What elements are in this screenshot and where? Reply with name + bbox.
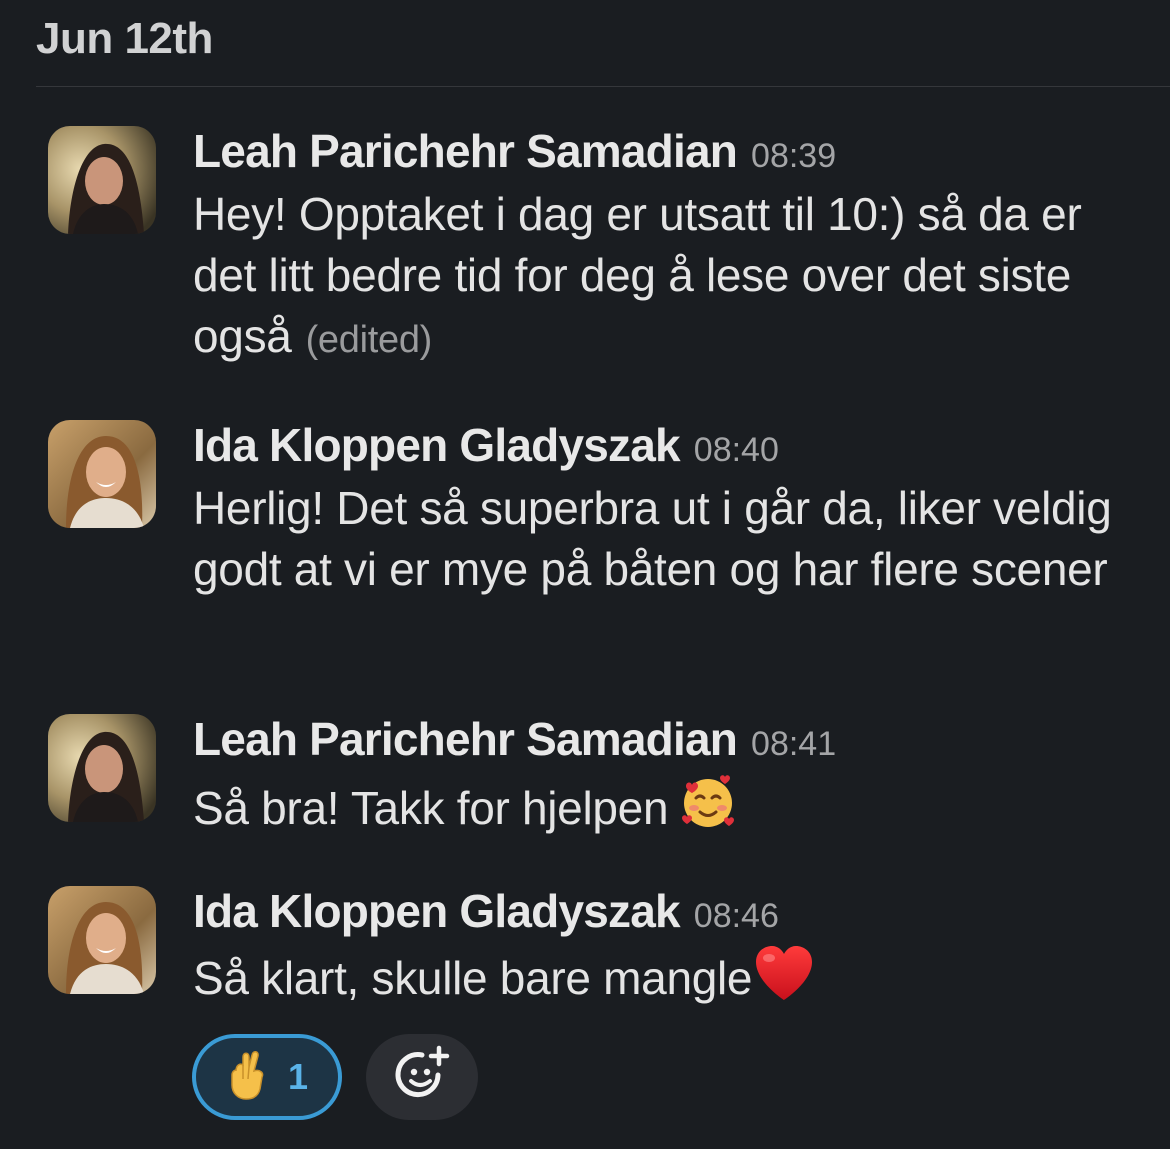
avatar-leah[interactable]	[48, 714, 156, 822]
timestamp[interactable]: 08:41	[751, 725, 836, 764]
smiling-face-with-hearts-icon	[678, 772, 738, 847]
timestamp[interactable]: 08:46	[694, 897, 779, 936]
edited-label: (edited)	[305, 319, 433, 361]
timestamp[interactable]: 08:40	[694, 431, 779, 470]
author-name[interactable]: Leah Parichehr Samadian	[193, 712, 738, 766]
date-header: Jun 12th	[36, 14, 213, 63]
crossed-fingers-icon	[226, 1049, 270, 1106]
add-reaction-button[interactable]	[366, 1034, 478, 1120]
message-text-content: Så bra! Takk for hjelpen	[193, 782, 669, 834]
add-reaction-icon	[392, 1045, 452, 1110]
avatar-ida[interactable]	[48, 886, 156, 994]
author-name[interactable]: Ida Kloppen Gladyszak	[193, 884, 681, 938]
timestamp[interactable]: 08:39	[751, 137, 836, 176]
red-heart-icon	[752, 944, 816, 1017]
message-text: Hey! Opptaket i dag er utsatt til 10:) s…	[193, 184, 1150, 371]
reactions-bar: 1	[192, 1034, 478, 1120]
message-text: Så bra! Takk for hjelpen	[193, 772, 1150, 847]
message-text: Så klart, skulle bare mangle	[193, 944, 1150, 1017]
avatar-leah[interactable]	[48, 126, 156, 234]
message-text: Herlig! Det så superbra ut i går da, lik…	[193, 482, 1112, 595]
author-name[interactable]: Ida Kloppen Gladyszak	[193, 418, 681, 472]
message-text-content: Så klart, skulle bare mangle	[193, 952, 753, 1004]
reaction-crossed-fingers[interactable]: 1	[192, 1034, 342, 1120]
author-name[interactable]: Leah Parichehr Samadian	[193, 124, 738, 178]
reaction-count: 1	[287, 1056, 309, 1097]
date-divider	[36, 86, 1170, 87]
avatar-ida[interactable]	[48, 420, 156, 528]
